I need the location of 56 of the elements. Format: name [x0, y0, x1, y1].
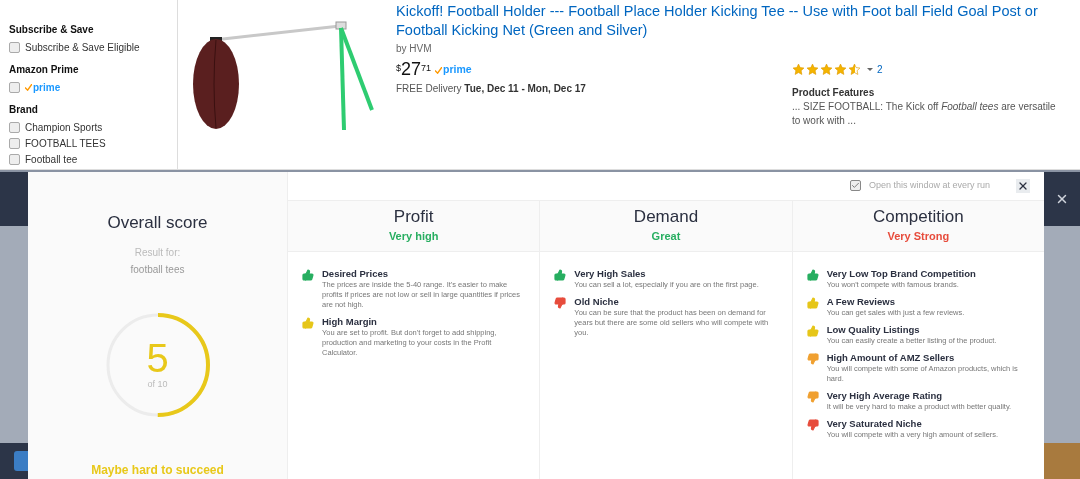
review-count[interactable]: 2 — [877, 62, 883, 77]
factor-title: Very Low Top Brand Competition — [826, 267, 976, 280]
filter-option[interactable]: Football tee — [25, 151, 78, 167]
check-icon — [25, 83, 32, 91]
checkbox[interactable] — [9, 81, 20, 93]
factor-title: Very High Sales — [574, 267, 647, 280]
overall-score-title: Overall score — [107, 211, 208, 234]
category-title: Profit — [393, 206, 434, 229]
factor-title: High Margin — [322, 315, 378, 328]
verdict: Maybe hard to succeed — [91, 462, 224, 479]
factor-title: Low Quality Listings — [826, 323, 921, 336]
star-icon — [848, 63, 861, 76]
footer-bar — [1044, 443, 1080, 479]
factor-title: Desired Prices — [322, 267, 389, 280]
result-label: Result for: — [134, 246, 181, 260]
category-rating: Great — [651, 229, 681, 245]
star-icon — [820, 63, 833, 76]
checkbox[interactable] — [9, 121, 20, 133]
category-title: Demand — [633, 206, 699, 229]
header-bar — [0, 171, 28, 226]
keyword: football tees — [130, 263, 185, 277]
check-icon — [435, 66, 443, 74]
star-icon — [834, 63, 847, 76]
close-button[interactable] — [1016, 178, 1030, 193]
factor-title: A Few Reviews — [826, 295, 896, 308]
checkbox[interactable] — [9, 41, 20, 53]
factor-title: Very Saturated Niche — [826, 417, 923, 430]
delivery-info: FREE Delivery Tue, Dec 11 - Mon, Dec 17 — [396, 82, 587, 96]
prime-filter: prime — [25, 79, 61, 95]
score-value: 5 — [146, 338, 169, 379]
category-title: Competition — [872, 206, 964, 229]
brand-byline: by HVM — [396, 42, 433, 56]
features-text: ... SIZE FOOTBALL: The Kick off Football tees are versatile to work with ... — [792, 100, 1057, 128]
star-icon — [792, 63, 805, 76]
factor-title: Very High Average Rating — [826, 389, 944, 402]
checkbox[interactable] — [9, 153, 20, 165]
checkbox[interactable] — [9, 137, 20, 149]
category-rating: Very Strong — [887, 229, 950, 245]
price: $^{$}$27$^{71}$ — [396, 60, 432, 78]
filter-option[interactable]: FOOTBALL TEES — [25, 135, 106, 151]
filter-option[interactable]: Subscribe & Save Eligible — [25, 39, 140, 55]
filter-heading: Brand — [9, 103, 39, 117]
filter-heading: Amazon Prime — [9, 63, 80, 77]
features-heading: Product Features — [792, 86, 876, 100]
factor-title: Old Niche — [574, 295, 620, 308]
checkbox[interactable] — [849, 180, 861, 191]
caret-icon — [867, 68, 873, 71]
star-icon — [806, 63, 819, 76]
filter-heading: Subscribe & Save — [9, 23, 95, 37]
factor-title: High Amount of AMZ Sellers — [826, 351, 956, 364]
product-title[interactable]: Kickoff! Football Holder --- Football Place Holder Kicking Tee -- Use with Foot ball Field Goal Post or Football Kicking Net (Green and Silver) — [396, 2, 1060, 40]
button-background — [14, 451, 28, 471]
category-rating: Very high — [388, 229, 439, 245]
prime-label: prime — [435, 62, 472, 78]
star-rating[interactable] — [792, 63, 861, 76]
filter-option[interactable]: Champion Sports — [25, 119, 103, 135]
